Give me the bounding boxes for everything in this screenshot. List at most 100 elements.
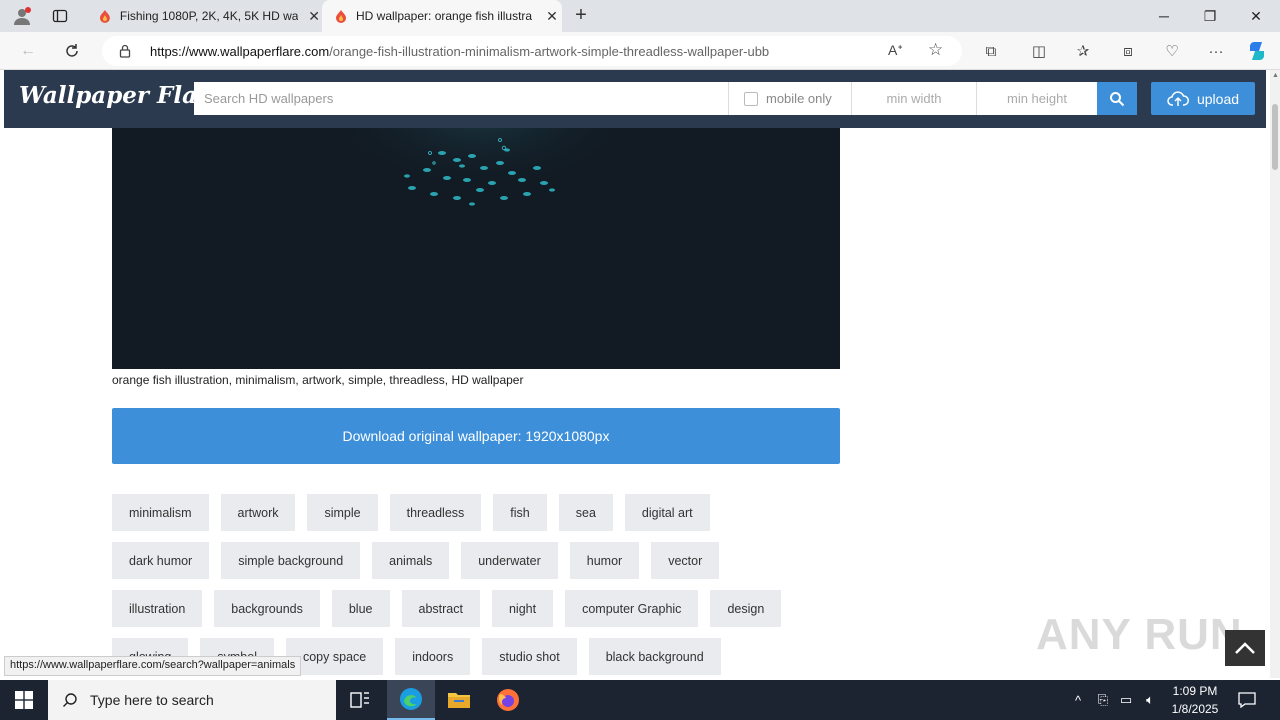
wallpaperflare-favicon-icon <box>99 10 110 23</box>
wallpaperflare-favicon-icon <box>336 10 346 23</box>
tag-abstract[interactable]: abstract <box>401 590 480 627</box>
tag-row: minimalism artwork simple threadless fis… <box>112 494 852 531</box>
close-window-icon[interactable]: ✕ <box>1233 0 1279 32</box>
firefox-icon[interactable] <box>484 680 532 720</box>
tag-illustration[interactable]: illustration <box>112 590 203 627</box>
volume-icon[interactable]: 🔈︎ <box>1140 690 1160 710</box>
tag-design[interactable]: design <box>710 590 782 627</box>
tag-humor[interactable]: humor <box>569 542 640 579</box>
tag-simple[interactable]: simple <box>307 494 378 531</box>
minimize-icon[interactable]: ─ <box>1141 0 1187 32</box>
tray-device-icon[interactable]: ⎘ <box>1093 690 1113 710</box>
tag-black-background[interactable]: black background <box>588 638 721 675</box>
scroll-up-icon[interactable]: ▲ <box>1272 72 1279 79</box>
windows-taskbar: Type here to search ^ ⎘ ▭ 🔈︎ 1:09 PM 1/8… <box>0 680 1280 720</box>
windows-logo-icon <box>15 691 33 709</box>
download-original-button[interactable]: Download original wallpaper: 1920x1080px <box>112 408 840 464</box>
tag-backgrounds[interactable]: backgrounds <box>214 590 320 627</box>
upload-button[interactable]: upload <box>1151 82 1255 115</box>
tag-simple-background[interactable]: simple background <box>221 542 361 579</box>
mobile-only-checkbox[interactable]: mobile only <box>728 82 851 115</box>
tag-indoors[interactable]: indoors <box>395 638 471 675</box>
search-button[interactable] <box>1097 82 1137 115</box>
favorite-star-icon[interactable]: ☆ <box>928 40 943 60</box>
close-tab-icon[interactable]: ✕ <box>306 8 322 25</box>
tag-animals[interactable]: animals <box>372 542 450 579</box>
tag-underwater[interactable]: underwater <box>461 542 558 579</box>
favorites-icon[interactable]: ✰ <box>1072 40 1094 62</box>
url-text: https://www.wallpaperflare.com/orange-fi… <box>150 44 769 59</box>
url-path: /orange-fish-illustration-minimalism-art… <box>329 43 770 59</box>
anyrun-watermark: ANY RUN <box>1036 610 1243 659</box>
min-width-input[interactable]: min width <box>851 82 976 115</box>
tag-studio-shot[interactable]: studio shot <box>482 638 577 675</box>
checkbox-icon[interactable] <box>744 91 758 106</box>
read-aloud-icon[interactable]: Aᐩ <box>888 42 903 59</box>
new-tab-icon[interactable]: + <box>569 4 593 28</box>
tag-artwork[interactable]: artwork <box>220 494 296 531</box>
tab-fishing[interactable]: Fishing 1080P, 2K, 4K, 5K HD wall ✕ <box>86 0 322 32</box>
performance-icon[interactable]: ♡ <box>1161 40 1183 62</box>
search-icon <box>63 693 77 707</box>
wallpaper-caption: orange fish illustration, minimalism, ar… <box>112 373 524 387</box>
tag-row: illustration backgrounds blue abstract n… <box>112 590 852 627</box>
search-input[interactable]: Search HD wallpapers <box>194 82 728 115</box>
wallpaper-image[interactable] <box>112 128 840 369</box>
tag-threadless[interactable]: threadless <box>389 494 482 531</box>
tab-hd-wallpaper[interactable]: HD wallpaper: orange fish illustra ✕ <box>322 0 562 32</box>
back-to-top-button[interactable] <box>1225 630 1265 666</box>
url-domain: https://www.wallpaperflare.com <box>150 43 330 59</box>
search-icon <box>1110 91 1125 106</box>
notifications-icon[interactable] <box>1237 690 1257 710</box>
tag-minimalism[interactable]: minimalism <box>112 494 209 531</box>
close-tab-icon[interactable]: ✕ <box>544 8 560 25</box>
start-button[interactable] <box>0 680 48 720</box>
system-clock[interactable]: 1:09 PM 1/8/2025 <box>1162 682 1228 718</box>
split-screen-icon[interactable]: ◫ <box>1028 40 1050 62</box>
tag-vector[interactable]: vector <box>651 542 720 579</box>
back-icon[interactable]: ← <box>15 39 41 63</box>
clock-time: 1:09 PM <box>1172 684 1218 698</box>
task-view-icon[interactable] <box>336 680 384 720</box>
min-height-input[interactable]: min height <box>976 82 1097 115</box>
tag-sea[interactable]: sea <box>558 494 613 531</box>
tab-actions-icon[interactable] <box>48 4 72 28</box>
tag-blue[interactable]: blue <box>331 590 390 627</box>
page-scrollbar[interactable]: ▲ <box>1270 70 1280 678</box>
file-explorer-icon[interactable] <box>435 680 483 720</box>
profile-icon[interactable] <box>10 4 34 28</box>
clock-date: 1/8/2025 <box>1171 702 1219 716</box>
tag-night[interactable]: night <box>491 590 554 627</box>
browser-tab-bar: Fishing 1080P, 2K, 4K, 5K HD wall ✕ HD w… <box>0 0 1280 32</box>
tag-fish[interactable]: fish <box>493 494 547 531</box>
tray-chevron-up-icon[interactable]: ^ <box>1068 690 1088 710</box>
address-bar-row: ← https://www.wallpaperflare.com/orange-… <box>0 32 1280 70</box>
more-menu-icon[interactable]: ··· <box>1205 40 1227 62</box>
collections-icon[interactable]: ⧈ <box>1117 40 1139 62</box>
upload-label: upload <box>1196 90 1240 107</box>
refresh-icon[interactable] <box>59 39 85 63</box>
tab-title: HD wallpaper: orange fish illustra <box>356 9 533 23</box>
lock-icon[interactable] <box>118 44 132 58</box>
tag-row: dark humor simple background animals und… <box>112 542 852 579</box>
status-bar-url: https://www.wallpaperflare.com/search?wa… <box>4 656 302 676</box>
edge-app-icon[interactable] <box>387 680 435 720</box>
tag-computer-graphic[interactable]: computer Graphic <box>565 590 699 627</box>
tag-list: minimalism artwork simple threadless fis… <box>112 494 852 678</box>
tab-title: Fishing 1080P, 2K, 4K, 5K HD wall <box>119 9 299 23</box>
copilot-icon[interactable] <box>1246 40 1268 62</box>
url-field[interactable]: https://www.wallpaperflare.com/orange-fi… <box>102 36 962 66</box>
extensions-icon[interactable]: ⧉ <box>980 40 1002 62</box>
site-header: Wallpaper Flare Search HD wallpapers mob… <box>4 70 1266 128</box>
web-page: Wallpaper Flare Search HD wallpapers mob… <box>0 70 1270 678</box>
tag-digital-art[interactable]: digital art <box>624 494 710 531</box>
network-icon[interactable]: ▭ <box>1116 690 1136 710</box>
taskbar-search-placeholder: Type here to search <box>90 692 214 708</box>
scroll-thumb[interactable] <box>1272 104 1278 170</box>
fish-school-illustration <box>112 128 840 369</box>
taskbar-search-box[interactable]: Type here to search <box>48 680 336 720</box>
chevron-up-icon <box>1235 642 1255 654</box>
restore-icon[interactable]: ❐ <box>1187 0 1233 32</box>
tag-dark-humor[interactable]: dark humor <box>112 542 210 579</box>
mobile-only-label: mobile only <box>766 91 832 106</box>
